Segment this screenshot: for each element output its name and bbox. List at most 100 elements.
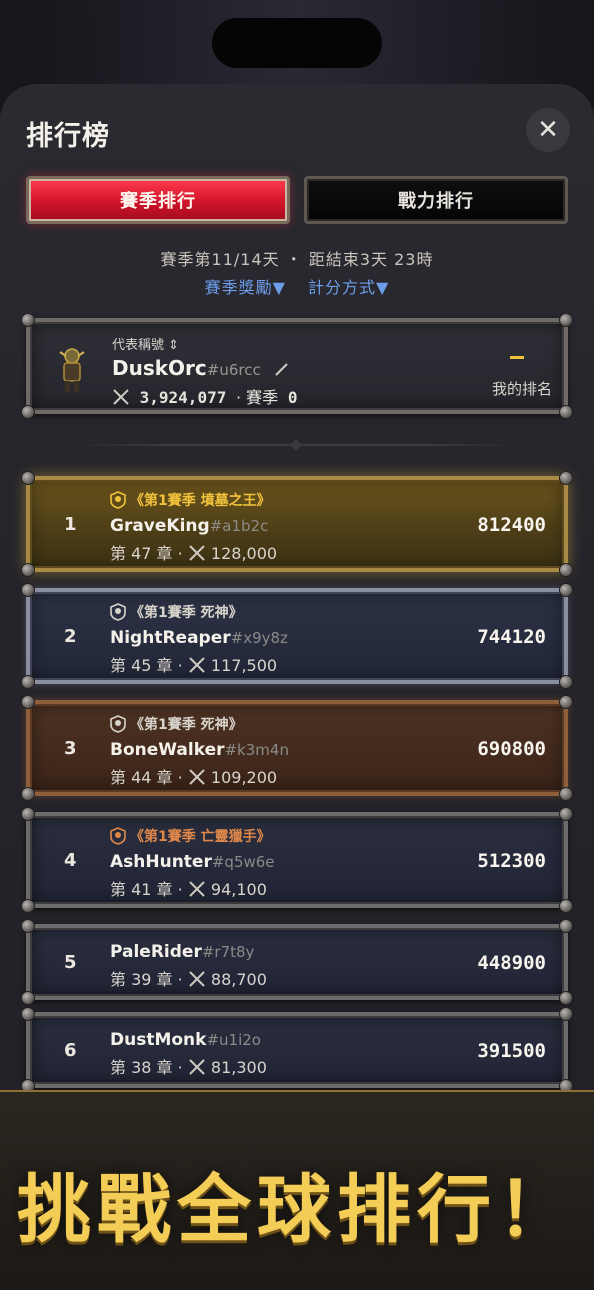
page-title: 排行榜 [26,121,110,152]
player-name: DuskOrc [112,356,207,380]
season-score: 812400 [477,514,546,536]
crossed-swords-icon [113,389,129,405]
player-title: 《第1賽季 死神》 [110,714,243,734]
rivet [21,583,35,597]
leaderboard-row[interactable]: 5 PaleRider#r7t8y 第 39 章 · 88,700 448900 [21,919,573,1005]
chapter-label: 第 39 章 · [110,970,183,989]
player-power: 88,700 [210,970,267,989]
rivet [21,675,35,689]
pencil-icon[interactable] [274,361,290,377]
my-rank-label: 我的排名 [491,380,552,398]
leaderboard-sheet: 排行榜 ✕ 賽季排行 戰力排行 賽季第11/14天 ・ 距結束3天 23時 賽季… [0,84,594,1094]
crossed-swords-icon [189,657,205,673]
player-tag: #q5w6e [211,853,275,871]
chapter-label: 第 44 章 · [110,768,183,787]
title-selector[interactable]: 代表稱號 ⇕ [112,334,179,353]
player-name: AshHunter [110,852,212,872]
player-tag: #r7t8y [201,943,255,961]
rank-number: 5 [64,952,77,973]
rivet [559,807,573,821]
player-tag: #u1i2o [206,1031,261,1049]
player-stats: 第 38 章 · 81,300 [110,1054,267,1078]
promo-banner: 挑戰全球排行！ [0,1090,594,1290]
player-name-line: AshHunter#q5w6e [110,852,275,872]
close-button[interactable]: ✕ [526,108,570,152]
player-title-text: 《第1賽季 死神》 [130,605,243,621]
rivet [559,1007,573,1021]
player-stats: 第 45 章 · 117,500 [110,652,277,676]
avatar [59,348,85,392]
player-name-line: GraveKing#a1b2c [110,516,268,536]
my-power: 3,924,077 [139,388,227,407]
chapter-label: 第 38 章 · [110,1058,183,1077]
player-title-text: 《第1賽季 亡靈獵手》 [130,829,271,845]
rivet [21,313,35,327]
season-label: · 賽季 [235,388,279,407]
rivet [559,313,573,327]
my-rank-card[interactable]: 代表稱號 ⇕ DuskOrc#u6rcc 3,924,077 · 賽季 0 我的… [21,313,573,419]
rivet [559,675,573,689]
rivet [559,583,573,597]
rivet [21,919,35,933]
player-name-line: DustMonk#u1i2o [110,1030,261,1050]
skull-badge-icon [110,827,126,845]
player-title: 《第1賽季 墳墓之王》 [110,490,271,510]
rivet [21,899,35,913]
player-tag: #u6rcc [206,361,261,379]
crossed-swords-icon [189,971,205,987]
player-stats: 第 39 章 · 88,700 [110,966,267,990]
player-name: BoneWalker [110,740,225,760]
player-tag: #k3m4n [224,741,289,759]
player-title-text: 《第1賽季 死神》 [130,717,243,733]
crossed-swords-icon [189,545,205,561]
leaderboard-row[interactable]: 2 《第1賽季 死神》 NightReaper#x9y8z 第 45 章 · 117,… [21,583,573,689]
player-power: 117,500 [210,656,278,675]
season-score: 690800 [477,738,546,760]
player-name: PaleRider [110,942,202,962]
rivet [559,695,573,709]
rank-number: 2 [64,626,77,647]
banner-text: 挑戰全球排行！ [17,1167,577,1253]
season-score: 391500 [477,1040,546,1062]
player-power: 109,200 [210,768,278,787]
tab-season-ranking[interactable]: 賽季排行 [26,176,290,224]
rivet [559,991,573,1005]
season-rewards-link[interactable]: 賽季獎勵▼ [205,278,286,297]
leaderboard-row[interactable]: 4 《第1賽季 亡靈獵手》 AshHunter#q5w6e 第 41 章 · 94,1… [21,807,573,913]
leaderboard-row[interactable]: 6 DustMonk#u1i2o 第 38 章 · 81,300 391500 [21,1007,573,1093]
rank-number: 1 [64,514,77,535]
player-name-line: PaleRider#r7t8y [110,942,254,962]
season-progress: 賽季第11/14天 ・ 距結束3天 23時 [160,250,434,269]
player-stats: 第 47 章 · 128,000 [110,540,277,564]
rivet [21,807,35,821]
tab-power-ranking[interactable]: 戰力排行 [304,176,568,224]
crossed-swords-icon [189,769,205,785]
player-power: 128,000 [210,544,278,563]
my-name: DuskOrc#u6rcc [112,356,290,380]
player-stats: 第 41 章 · 94,100 [110,876,267,900]
my-rank-value [510,356,524,359]
crossed-swords-icon [189,881,205,897]
rivet [559,787,573,801]
season-score: 512300 [477,850,546,872]
rivet [21,405,35,419]
my-season-score: 0 [287,388,298,407]
rank-number: 4 [64,850,77,871]
rivet [21,787,35,801]
player-name: NightReaper [110,628,231,648]
skull-badge-icon [110,603,126,621]
rivet [21,1007,35,1021]
player-title-text: 《第1賽季 墳墓之王》 [130,493,271,509]
player-name-line: BoneWalker#k3m4n [110,740,289,760]
player-name-line: NightReaper#x9y8z [110,628,288,648]
divider-ornament [290,439,302,451]
season-score: 448900 [477,952,546,974]
leaderboard-row[interactable]: 1 《第1賽季 墳墓之王》 GraveKing#a1b2c 第 47 章 · 128,… [21,471,573,577]
scoring-method-link[interactable]: 計分方式▼ [308,278,389,297]
player-name: GraveKing [110,516,210,536]
chapter-label: 第 47 章 · [110,544,183,563]
player-tag: #a1b2c [209,517,269,535]
player-name: DustMonk [110,1030,207,1050]
close-icon: ✕ [537,115,559,145]
leaderboard-row[interactable]: 3 《第1賽季 死神》 BoneWalker#k3m4n 第 44 章 · 109,2… [21,695,573,801]
